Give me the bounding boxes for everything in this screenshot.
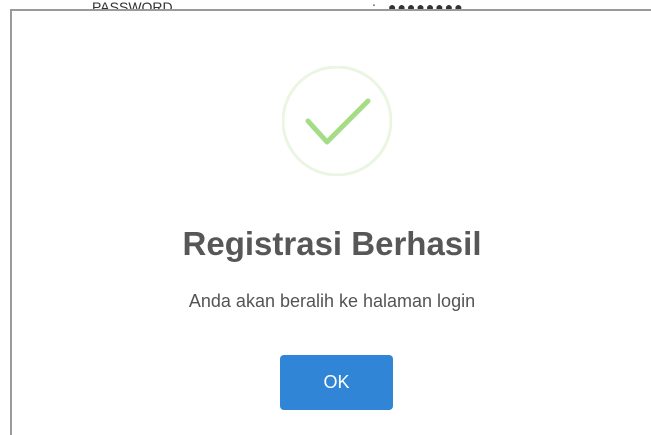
success-dialog: Registrasi Berhasil Anda akan beralih ke… (10, 9, 651, 435)
background-password-mask: ●●●●●●●● (388, 0, 464, 9)
dialog-title-text: Registrasi Berhasil (182, 225, 482, 262)
background-separator: : (372, 0, 376, 9)
dialog-message: Anda akan beralih ke halaman login (12, 291, 651, 312)
dialog-message-text: Anda akan beralih ke halaman login (188, 291, 476, 311)
ok-button[interactable]: OK (280, 355, 393, 410)
dialog-title: Registrasi Berhasil (12, 225, 651, 263)
background-field-label: PASSWORD (92, 0, 173, 9)
success-check-icon (281, 65, 393, 177)
